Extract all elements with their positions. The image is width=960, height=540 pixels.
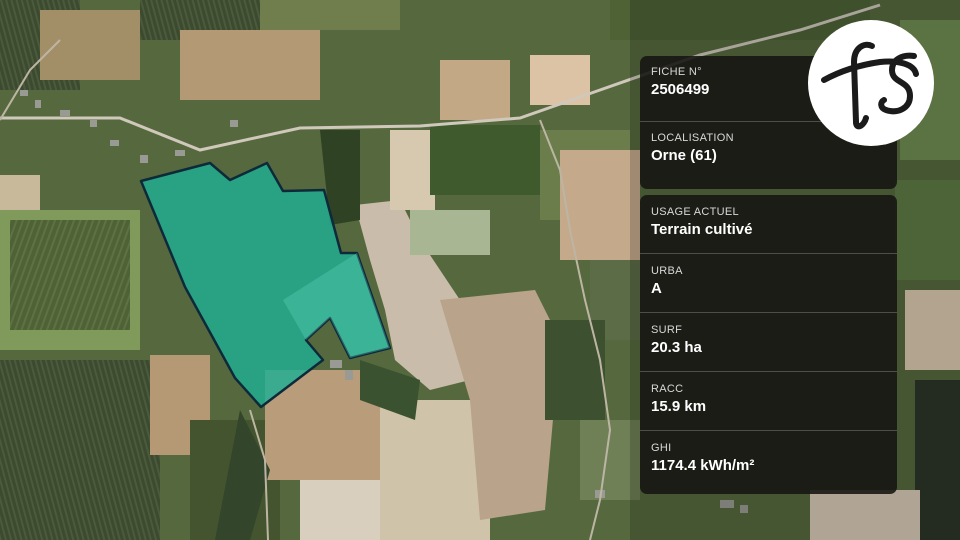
field	[0, 360, 160, 540]
urba-value: A	[651, 280, 662, 297]
surf-row: SURF 20.3 ha	[640, 313, 897, 372]
field	[440, 60, 510, 120]
racc-row: RACC 15.9 km	[640, 372, 897, 431]
usage-row: USAGE ACTUEL Terrain cultivé	[640, 195, 897, 254]
field	[260, 0, 400, 30]
info-panel-characteristics: USAGE ACTUEL Terrain cultivé URBA A SURF…	[640, 195, 897, 494]
ghi-value: 1174.4 kWh/m²	[651, 457, 755, 474]
surf-value: 20.3 ha	[651, 339, 702, 356]
usage-value: Terrain cultivé	[651, 221, 753, 238]
usage-label: USAGE ACTUEL	[651, 206, 739, 218]
urba-row: URBA A	[640, 254, 897, 313]
field	[390, 130, 435, 210]
field	[180, 30, 320, 100]
ghi-row: GHI 1174.4 kWh/m²	[640, 431, 897, 494]
urba-label: URBA	[651, 265, 683, 277]
field	[410, 210, 490, 255]
racc-label: RACC	[651, 383, 684, 395]
field	[10, 220, 130, 330]
field	[430, 125, 540, 195]
localisation-value: Orne (61)	[651, 147, 717, 164]
ghi-label: GHI	[651, 442, 672, 454]
racc-value: 15.9 km	[651, 398, 707, 415]
surf-label: SURF	[651, 324, 683, 336]
fs-monogram-logo[interactable]	[806, 18, 936, 148]
field	[300, 480, 390, 540]
field	[545, 320, 605, 420]
